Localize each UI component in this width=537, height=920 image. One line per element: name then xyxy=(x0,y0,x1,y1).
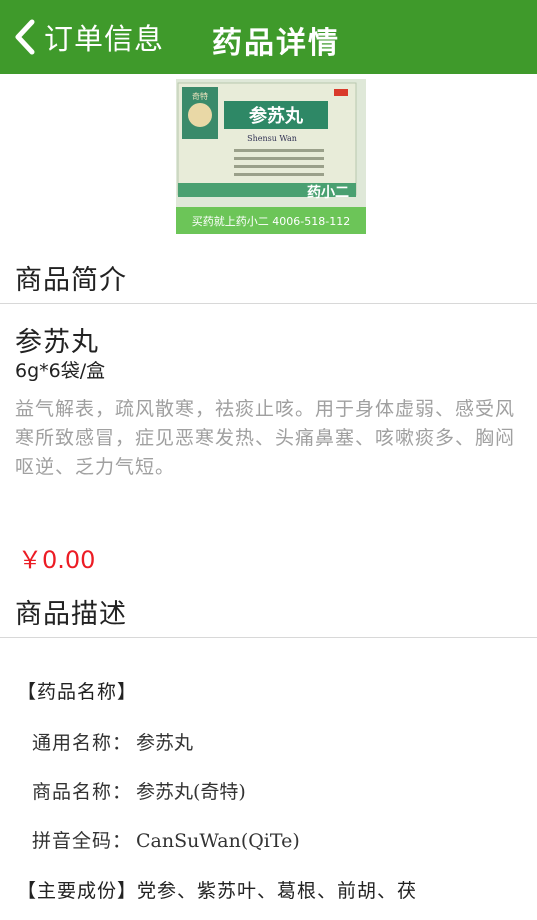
product-intro: 益气解表，疏风散寒，祛痰止咳。用于身体虚弱、感受风寒所致感冒，症见恶寒发热、头痛… xyxy=(15,398,516,478)
description-section-header: 商品描述 xyxy=(0,582,537,638)
back-label: 订单信息 xyxy=(44,22,165,56)
drug-name-heading: 【药品名称】 xyxy=(17,681,138,703)
desc-row-generic-name: 通用名称： 参苏丸 xyxy=(32,728,193,755)
ingredients-value: 党参、紫苏叶、葛根、前胡、茯 xyxy=(137,880,418,902)
description-block: 【药品名称】 通用名称： 参苏丸 商品名称： 参苏丸(奇特) 拼音全码： CanSuW… xyxy=(0,640,537,920)
chevron-left-icon xyxy=(15,19,35,55)
desc-row-key: 商品名称： xyxy=(32,781,133,803)
desc-row-value: 参苏丸(奇特) xyxy=(136,781,246,803)
box-brand: 奇特 xyxy=(192,91,208,101)
desc-row-pinyin: 拼音全码： CanSuWan(QiTe) xyxy=(32,826,300,853)
page-title: 药品详情 xyxy=(212,26,340,61)
intro-section-title: 商品简介 xyxy=(15,265,127,296)
description-section-title: 商品描述 xyxy=(15,599,127,630)
desc-row-product-name: 商品名称： 参苏丸(奇特) xyxy=(32,777,246,804)
box-pinyin: Shensu Wan xyxy=(247,134,297,143)
product-price: ￥0.00 xyxy=(18,546,96,574)
ingredients-row: 【主要成份】党参、紫苏叶、葛根、前胡、茯 xyxy=(17,876,417,903)
box-watermark-phone: 买药就上药小二 4006-518-112 xyxy=(192,214,350,228)
desc-row-value: CanSuWan(QiTe) xyxy=(136,830,300,852)
desc-row-value: 参苏丸 xyxy=(136,732,194,754)
intro-section-header: 商品简介 xyxy=(0,248,537,304)
navbar: 订单信息 药品详情 xyxy=(0,0,537,74)
back-button[interactable]: 订单信息 xyxy=(10,12,164,62)
product-spec: 6g*6袋/盒 xyxy=(15,360,106,382)
desc-row-key: 通用名称： xyxy=(32,732,133,754)
desc-row-key: 拼音全码： xyxy=(32,830,133,852)
product-name: 参苏丸 xyxy=(15,327,99,358)
ingredients-label: 【主要成份】 xyxy=(17,880,138,902)
box-watermark-logo: 药小二 xyxy=(307,184,349,201)
product-image: 奇特 参苏丸 Shensu Wan 药小二 买药就上药小二 4006-518-1… xyxy=(176,79,366,234)
box-title: 参苏丸 xyxy=(249,105,304,127)
